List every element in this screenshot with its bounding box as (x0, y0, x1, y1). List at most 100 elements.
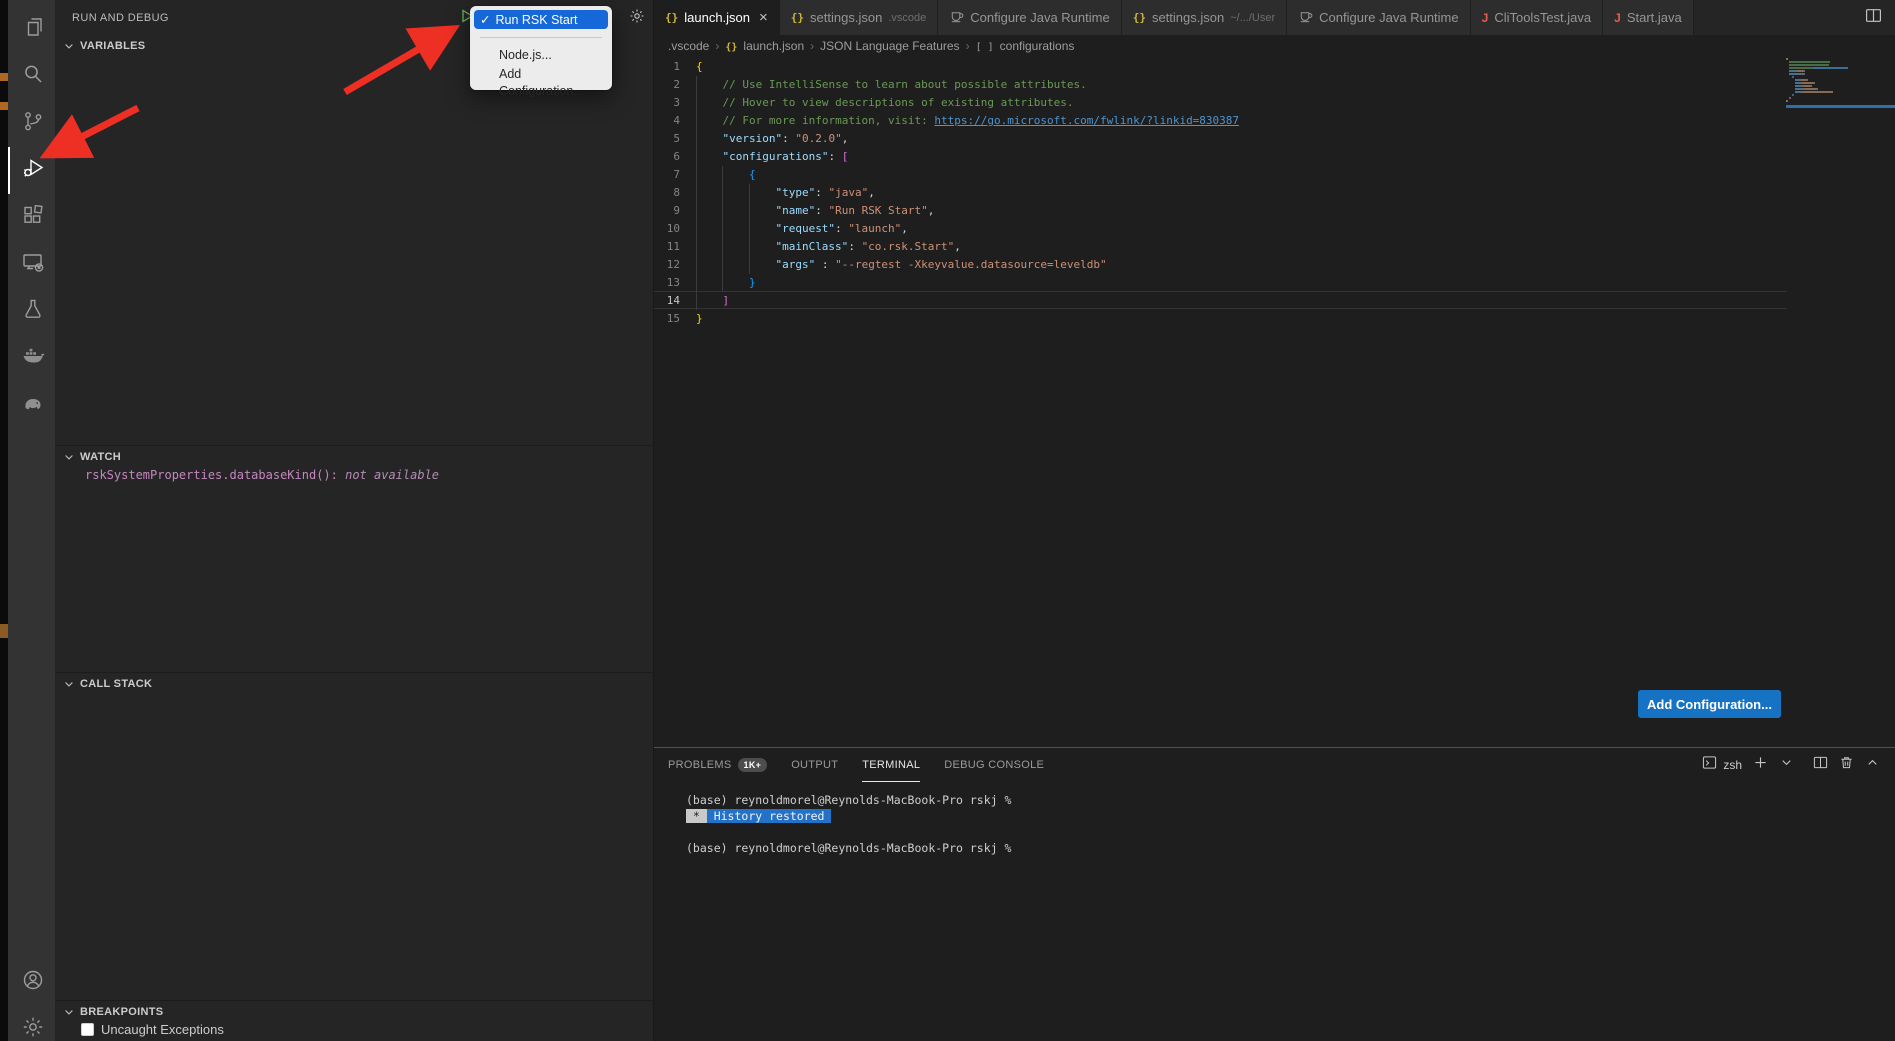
indent-guide (696, 202, 722, 220)
code-line-3: 3// Hover to view descriptions of existi… (654, 93, 1787, 111)
sidebar-title: RUN AND DEBUG (72, 12, 169, 24)
breadcrumb-item-json-language-features[interactable]: JSON Language Features (820, 39, 959, 53)
close-icon[interactable]: × (759, 10, 768, 25)
editor-tab-settings-json[interactable]: {}settings.json~/.../User (1122, 0, 1287, 35)
editor-tab-start-java[interactable]: JStart.java (1603, 0, 1694, 35)
line-number: 2 (654, 76, 696, 92)
menu-item-run-rsk-start[interactable]: ✓ Run RSK Start (474, 10, 608, 29)
watch-expr-text: rskSystemProperties.databaseKind() (85, 468, 331, 482)
panel-tab-problems[interactable]: PROBLEMS1K+ (668, 748, 767, 782)
activity-item-remote-explorer[interactable] (8, 241, 55, 288)
breadcrumb-item-configurations[interactable]: [ ] configurations (976, 39, 1075, 53)
menu-item-node-js-[interactable]: Node.js... (474, 46, 608, 65)
json-file-icon: {} (665, 11, 678, 24)
line-number: 15 (654, 310, 696, 326)
activity-item-manage[interactable] (8, 1006, 55, 1041)
indent-guide (749, 220, 775, 238)
activity-item-explorer[interactable] (8, 6, 55, 53)
activity-item-extensions[interactable] (8, 194, 55, 241)
search-icon (21, 62, 45, 91)
activity-item-source-control[interactable] (8, 100, 55, 147)
call-stack-label: CALL STACK (80, 678, 152, 690)
activity-item-docker[interactable] (8, 335, 55, 382)
editor-tab-clitoolstest-java[interactable]: JCliToolsTest.java (1471, 0, 1604, 35)
editor-tab-configure-java-runtime[interactable]: Configure Java Runtime (938, 0, 1121, 35)
history-restored-chip: History restored (707, 809, 832, 823)
maximize-panel-icon[interactable] (1865, 755, 1880, 775)
terminal-line: * History restored (686, 808, 1895, 824)
split-editor-icon[interactable] (1865, 7, 1882, 29)
panel-tab-label: DEBUG CONSOLE (944, 759, 1044, 771)
chevron-down-icon (63, 40, 75, 52)
indent-guide (749, 256, 775, 274)
background-window-strip (0, 0, 8, 1041)
terminal-line: (base) reynoldmorel@Reynolds-MacBook-Pro… (686, 840, 1895, 856)
breadcrumb-item-launch-json[interactable]: {} launch.json (725, 39, 804, 53)
code-editor[interactable]: 1{2// Use IntelliSense to learn about po… (654, 57, 1787, 327)
array-icon: [ ] (976, 42, 1000, 53)
panel-tab-terminal[interactable]: TERMINAL (862, 748, 920, 782)
minimap-line (1786, 61, 1895, 63)
call-stack-section-header[interactable]: CALL STACK (55, 672, 653, 694)
indent-guide (696, 94, 722, 112)
activity-item-accounts[interactable] (8, 959, 55, 1006)
code-line-14: 14] (654, 291, 1787, 309)
panel-tab-debug-console[interactable]: DEBUG CONSOLE (944, 748, 1044, 782)
activity-item-run-and-debug[interactable] (8, 147, 55, 194)
indent-guide (696, 274, 722, 292)
terminal-line (686, 824, 1895, 840)
vscode-window: RUN AND DEBUG ⋯ VARIABLES WATCH rskSyste… (0, 0, 1895, 1041)
kill-terminal-icon[interactable] (1839, 755, 1854, 775)
line-number: 14 (654, 292, 696, 308)
shell-label[interactable]: zsh (1723, 758, 1742, 772)
add-configuration-button[interactable]: Add Configuration... (1638, 690, 1781, 718)
minimap[interactable] (1786, 58, 1895, 108)
line-content: "args" : "--regtest -Xkeyvalue.datasourc… (696, 256, 1107, 272)
java-runtime-cup-icon (1298, 9, 1313, 27)
panel-tab-output[interactable]: OUTPUT (791, 748, 838, 782)
line-number: 5 (654, 130, 696, 146)
watch-section-header[interactable]: WATCH (55, 445, 653, 467)
menu-selected-label: Run RSK Start (495, 13, 577, 27)
minimap-line (1786, 76, 1895, 78)
line-number: 8 (654, 184, 696, 200)
uncaught-exceptions-checkbox[interactable] (81, 1023, 94, 1036)
breakpoints-section-header[interactable]: BREAKPOINTS (55, 1000, 653, 1022)
indent-guide (722, 202, 748, 220)
debug-icon (21, 156, 45, 185)
minimap-line (1786, 94, 1895, 96)
menu-item-add-configuration-[interactable]: Add Configuration... (474, 65, 608, 84)
split-terminal-icon[interactable] (1813, 755, 1828, 775)
editor-tab-settings-json[interactable]: {}settings.json.vscode (780, 0, 938, 35)
line-content: "configurations": [ (696, 148, 848, 164)
editor-tab-launch-json[interactable]: {}launch.json× (654, 0, 780, 35)
line-content: "mainClass": "co.rsk.Start", (696, 238, 961, 254)
breadcrumb-label: JSON Language Features (820, 39, 959, 53)
remote-icon (21, 250, 45, 279)
launch-profile-chevron-icon[interactable] (1779, 755, 1794, 775)
new-terminal-icon[interactable] (1753, 755, 1768, 775)
minimap-line (1786, 88, 1895, 90)
activity-item-search[interactable] (8, 53, 55, 100)
line-number: 13 (654, 274, 696, 290)
menu-separator (480, 37, 602, 38)
editor-tab-configure-java-runtime[interactable]: Configure Java Runtime (1287, 0, 1470, 35)
activity-item-testing[interactable] (8, 288, 55, 335)
code-line-15: 15} (654, 309, 1787, 327)
tab-label: Configure Java Runtime (970, 10, 1109, 25)
bottom-panel: PROBLEMS1K+ OUTPUT TERMINAL DEBUG CONSOLE z… (654, 747, 1895, 1041)
watch-expression[interactable]: rskSystemProperties.databaseKind(): not … (85, 468, 439, 482)
chevron-down-icon (63, 678, 75, 690)
breadcrumb-item--vscode[interactable]: .vscode (668, 39, 709, 53)
beaker-icon (21, 297, 45, 326)
minimap-line (1786, 79, 1895, 81)
code-line-7: 7{ (654, 165, 1787, 183)
activity-item-gradle[interactable] (8, 382, 55, 429)
gear-icon[interactable] (629, 8, 645, 29)
terminal-output[interactable]: (base) reynoldmorel@Reynolds-MacBook-Pro… (654, 782, 1895, 856)
indent-guide (696, 238, 722, 256)
background-tick (0, 102, 8, 110)
line-content: // Use IntelliSense to learn about possi… (696, 76, 1087, 92)
indent-guide (696, 76, 722, 94)
minimap-line (1786, 64, 1895, 66)
